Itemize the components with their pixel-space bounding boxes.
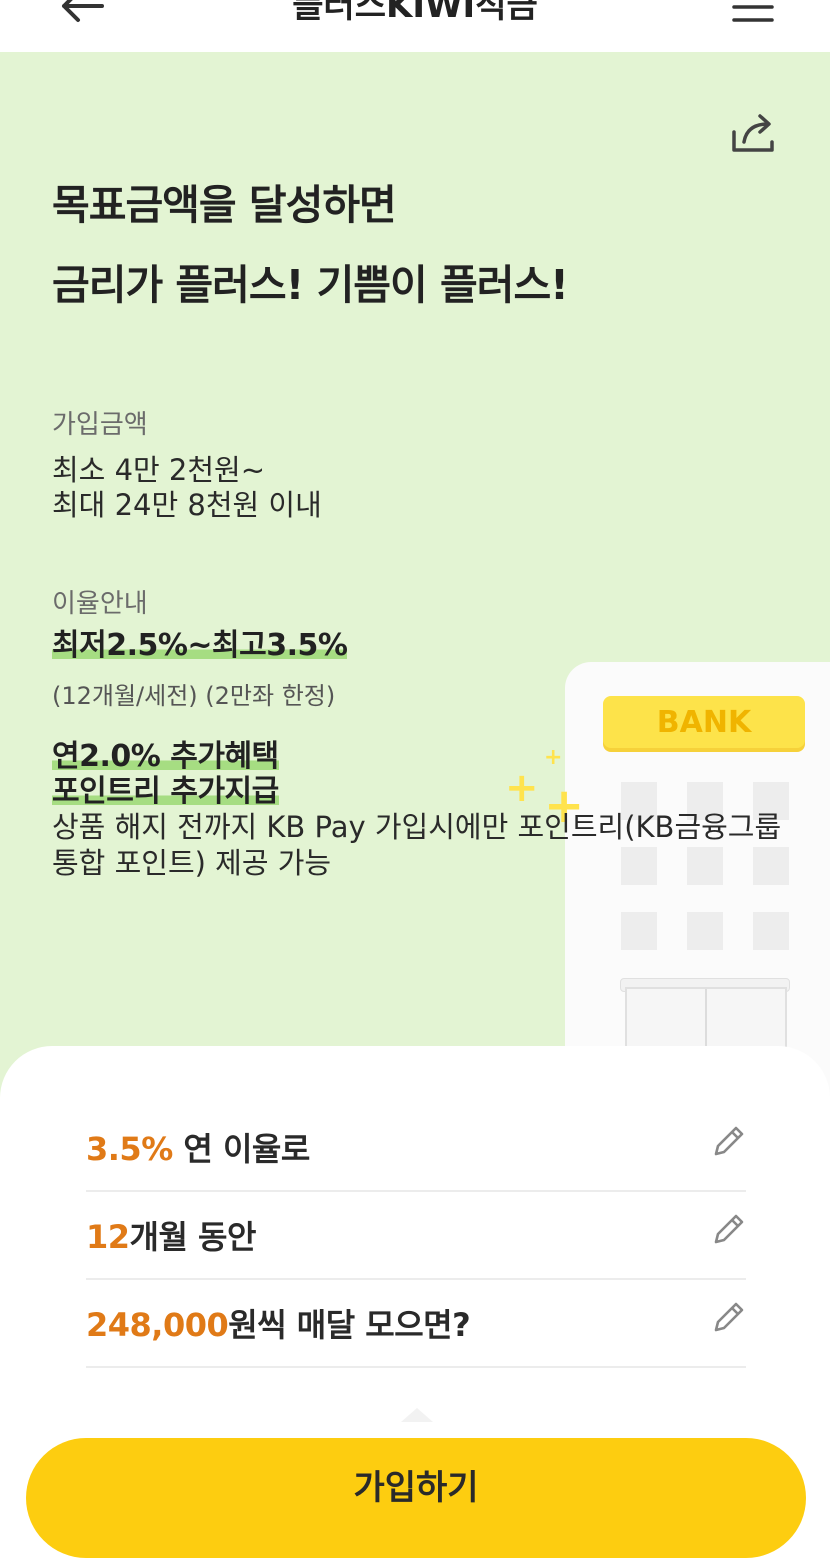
rate-row-label: 3.5% 연 이율로	[86, 1124, 310, 1170]
benefit-point: 포인트리 추가지급	[52, 773, 279, 810]
rate-row[interactable]: 3.5% 연 이율로	[86, 1102, 746, 1192]
pencil-icon	[714, 1126, 744, 1156]
headline-line-2: 금리가 플러스! 기쁨이 플러스!	[52, 261, 569, 309]
top-bar: 플러스KIWI적금	[0, 0, 830, 52]
benefit-point-text: 포인트리 추가지급	[52, 774, 279, 809]
page-title: 플러스KIWI적금	[292, 0, 538, 26]
amount-row[interactable]: 248,000원씩 매달 모으면?	[86, 1278, 746, 1368]
rate-note: (12개월/세전) (2만좌 한정)	[52, 682, 336, 710]
bank-window	[753, 912, 789, 950]
pencil-icon	[714, 1302, 744, 1332]
benefit-description: 상품 해지 전까지 KB Pay 가입시에만 포인트리(KB금융그룹 통합 포인…	[52, 810, 782, 880]
headline-line-1: 목표금액을 달성하면	[52, 181, 397, 229]
amount-label: 가입금액	[52, 410, 148, 440]
plus-sparkle-icon: +	[505, 765, 539, 811]
benefit-extra-rate-text: 연2.0% 추가혜택	[52, 739, 279, 774]
bank-illustration: BANK	[565, 662, 830, 1102]
hero-headline: 목표금액을 달성하면 금리가 플러스! 기쁨이 플러스!	[52, 165, 569, 325]
menu-button[interactable]	[730, 0, 776, 24]
plus-sparkle-icon: +	[544, 745, 563, 770]
bank-sign: BANK	[603, 696, 805, 748]
amount-value: 248,000	[86, 1306, 229, 1344]
edit-amount-button[interactable]	[710, 1298, 748, 1336]
rate-label: 이율안내	[52, 589, 148, 619]
amount-row-label: 248,000원씩 매달 모으면?	[86, 1300, 471, 1346]
period-value: 12	[86, 1218, 130, 1256]
amount-row-suffix: 원씩 매달 모으면?	[228, 1306, 471, 1344]
bank-window	[687, 912, 723, 950]
amount-min: 최소 4만 2천원~	[52, 453, 266, 487]
pencil-icon	[714, 1214, 744, 1244]
rate-range: 최저2.5%~최고3.5%	[52, 627, 348, 664]
rate-value: 3.5%	[86, 1130, 173, 1168]
rate-row-suffix: 연 이율로	[172, 1130, 310, 1168]
bank-window	[621, 912, 657, 950]
rate-range-text: 최저2.5%~최고3.5%	[52, 628, 348, 663]
share-button[interactable]	[728, 108, 778, 156]
tooltip-caret	[401, 1408, 433, 1422]
period-row[interactable]: 12개월 동안	[86, 1190, 746, 1280]
hamburger-menu-icon	[732, 5, 774, 22]
period-row-suffix: 개월 동안	[129, 1218, 257, 1256]
join-button[interactable]: 가입하기	[26, 1438, 806, 1558]
period-row-label: 12개월 동안	[86, 1212, 256, 1258]
edit-period-button[interactable]	[710, 1210, 748, 1248]
benefit-extra-rate: 연2.0% 추가혜택	[52, 738, 279, 775]
edit-rate-button[interactable]	[710, 1122, 748, 1160]
amount-max: 최대 24만 8천원 이내	[52, 488, 322, 522]
share-icon	[732, 114, 774, 152]
